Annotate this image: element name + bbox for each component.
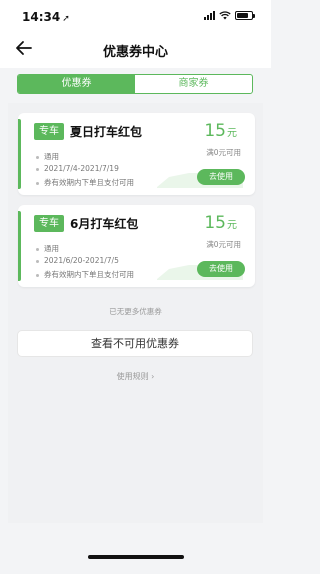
usage-rules-link[interactable]: 使用规则 › bbox=[0, 371, 271, 382]
use-coupon-button[interactable]: 去使用 bbox=[197, 169, 245, 185]
tab-merchant-coupons[interactable]: 商家券 bbox=[135, 75, 252, 93]
page-title: 优惠券中心 bbox=[102, 45, 168, 60]
coupon-amount-value: 15 bbox=[204, 121, 226, 141]
status-icons bbox=[204, 11, 255, 20]
status-bar: 14:34 ➚ bbox=[0, 0, 271, 30]
coupon-threshold: 满0元可用 bbox=[206, 148, 241, 157]
use-coupon-button[interactable]: 去使用 bbox=[197, 261, 245, 277]
coupon-note: 券有效期内下单且支付可用 bbox=[36, 177, 134, 188]
signal-icon bbox=[204, 11, 215, 20]
coupon-amount-unit: 元 bbox=[227, 220, 237, 231]
no-more-coupons-text: 已无更多优惠券 bbox=[109, 307, 162, 316]
coupon-validity: 2021/6/20-2021/7/5 bbox=[36, 256, 119, 265]
wifi-icon bbox=[219, 11, 231, 20]
chevron-right-icon: › bbox=[151, 372, 155, 381]
time-text: 14:34 bbox=[22, 10, 61, 24]
coupon-amount-value: 15 bbox=[204, 213, 226, 233]
coupon-validity: 2021/7/4-2021/7/19 bbox=[36, 164, 119, 173]
nav-bar: 优惠券中心 bbox=[0, 30, 271, 68]
usage-rules-label: 使用规则 bbox=[116, 372, 149, 381]
coupon-card: 专车 6月打车红包 15元 满0元可用 通用 2021/6/20-2021/7/… bbox=[18, 205, 255, 287]
home-indicator bbox=[88, 555, 184, 559]
tab-switcher: 优惠券 商家券 bbox=[17, 74, 253, 94]
coupon-amount: 15元 bbox=[204, 213, 237, 233]
location-arrow-icon: ➚ bbox=[62, 14, 70, 24]
status-time: 14:34 ➚ bbox=[22, 10, 70, 24]
coupon-note: 券有效期内下单且支付可用 bbox=[36, 269, 134, 280]
view-unavailable-coupons-button[interactable]: 查看不可用优惠券 bbox=[17, 330, 253, 357]
coupon-title: 6月打车红包 bbox=[70, 217, 139, 231]
coupon-tag: 专车 bbox=[34, 215, 64, 232]
coupon-amount-unit: 元 bbox=[227, 128, 237, 139]
tab-coupons[interactable]: 优惠券 bbox=[18, 75, 135, 93]
coupon-amount: 15元 bbox=[204, 121, 237, 141]
battery-icon bbox=[235, 11, 255, 20]
coupon-card: 专车 夏日打车红包 15元 满0元可用 通用 2021/7/4-2021/7/1… bbox=[18, 113, 255, 195]
coupon-threshold: 满0元可用 bbox=[206, 240, 241, 249]
coupon-title: 夏日打车红包 bbox=[70, 125, 143, 139]
coupon-scope: 通用 bbox=[36, 243, 59, 254]
coupon-scope: 通用 bbox=[36, 151, 59, 162]
coupon-tag: 专车 bbox=[34, 123, 64, 140]
